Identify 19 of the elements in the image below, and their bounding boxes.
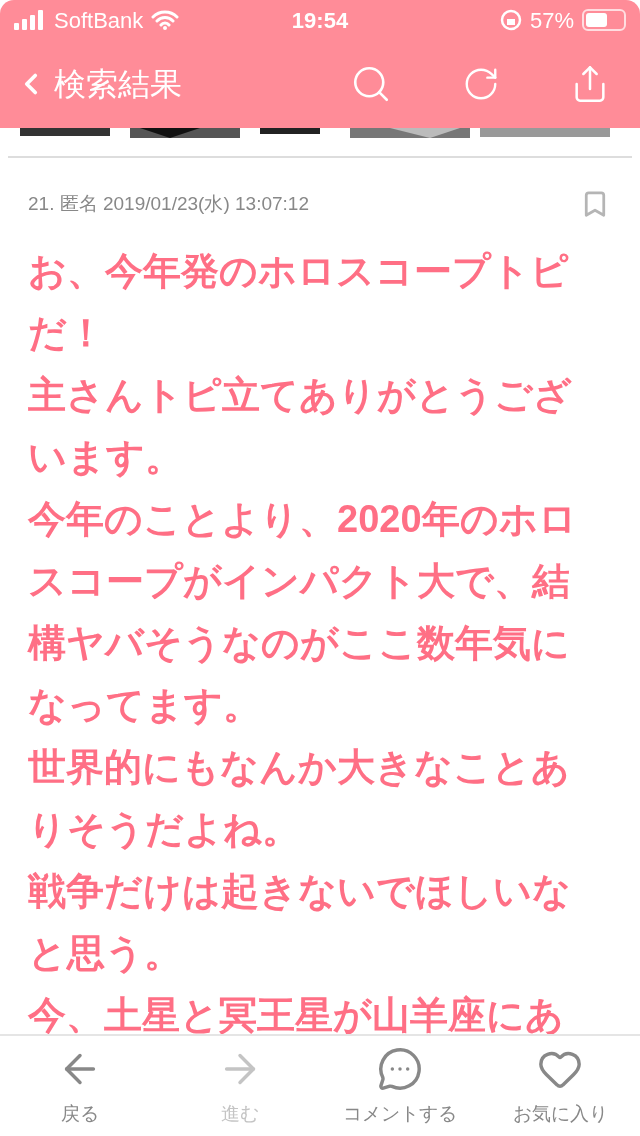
clock-time: 19:54 — [291, 6, 349, 35]
wifi-icon — [151, 10, 180, 30]
comment-text: 今、土星と冥王星が山羊座にあ — [28, 993, 565, 1038]
comment-text: 今年のことより、2020年のホロスコープがインパクト大で、結構ヤバそうなのがここ数年気になってます。 — [28, 497, 578, 728]
comment-text: 世界的にもなんか大きなことありそうだよね。 — [28, 745, 571, 852]
signal-icon — [14, 10, 46, 30]
tab-bar-item[interactable]: お気に入り — [480, 1036, 640, 1136]
comment-text: 主さんトピ立てありがとうございます。 — [28, 373, 573, 480]
carrier-name: SoftBank — [54, 6, 144, 35]
battery-percent: 57% — [529, 6, 574, 35]
comment-text: 戦争だけは起きないでほしいなと思う。 — [28, 869, 572, 976]
battery-icon — [582, 9, 626, 31]
rotation-lock-icon — [499, 9, 522, 31]
tab-bar-item[interactable]: 戻る — [0, 1036, 160, 1136]
comment-text: お、今年発のホロスコープトピだ！ — [28, 249, 570, 356]
speech-bubble-icon — [377, 1046, 423, 1092]
post-meta: 21. 匿名 2019/01/23(水) 13:07:12 — [28, 191, 309, 216]
tab-bar-item[interactable]: コメントする — [320, 1036, 480, 1136]
back-button[interactable]: 検索結果 — [14, 59, 350, 109]
